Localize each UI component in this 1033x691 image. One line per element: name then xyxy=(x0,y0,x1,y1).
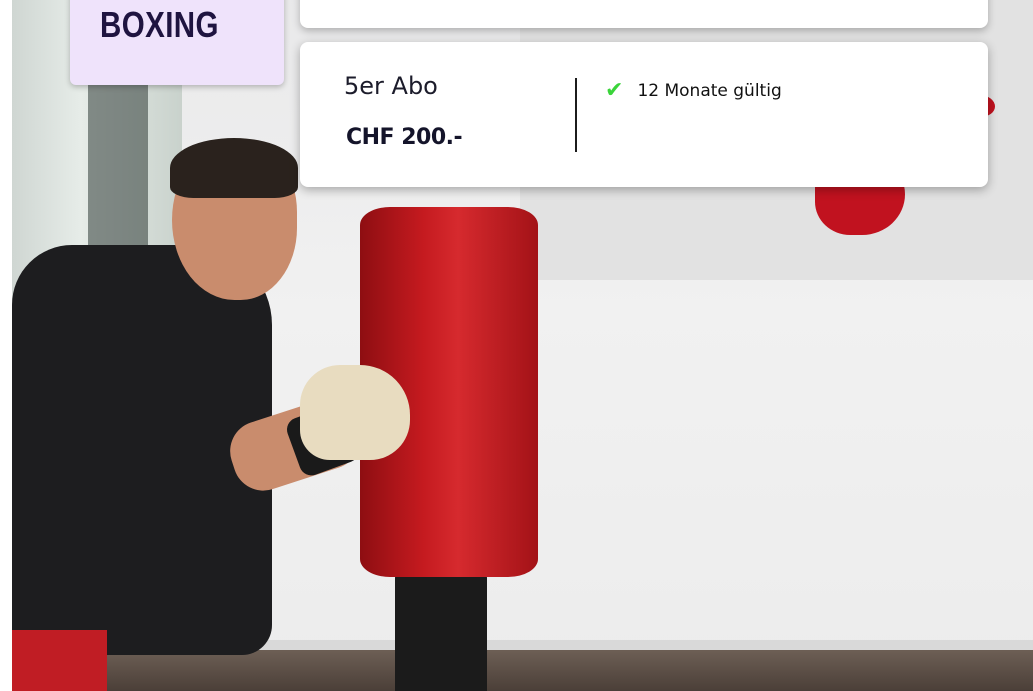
divider xyxy=(575,78,577,152)
boxer-hair xyxy=(170,138,298,198)
feature-item: ✔ 12 Monate gültig xyxy=(605,80,782,102)
plan-name: 5er Abo xyxy=(344,72,438,100)
feature-label: 12 Monate gültig xyxy=(637,81,782,101)
boxing-glove xyxy=(300,365,410,460)
page-edge xyxy=(0,0,12,691)
pricing-card: 5er Abo CHF 200.- ✔ 12 Monate gültig xyxy=(300,42,988,187)
plan-price: CHF 200.- xyxy=(346,125,463,150)
check-icon: ✔ xyxy=(605,78,624,103)
floor xyxy=(12,650,1033,691)
punching-bag-base xyxy=(395,570,487,691)
page-title: BOXING xyxy=(100,4,219,45)
title-card: BOXING xyxy=(70,0,284,85)
boxer-shorts xyxy=(12,630,107,691)
previous-pricing-card xyxy=(300,0,988,28)
